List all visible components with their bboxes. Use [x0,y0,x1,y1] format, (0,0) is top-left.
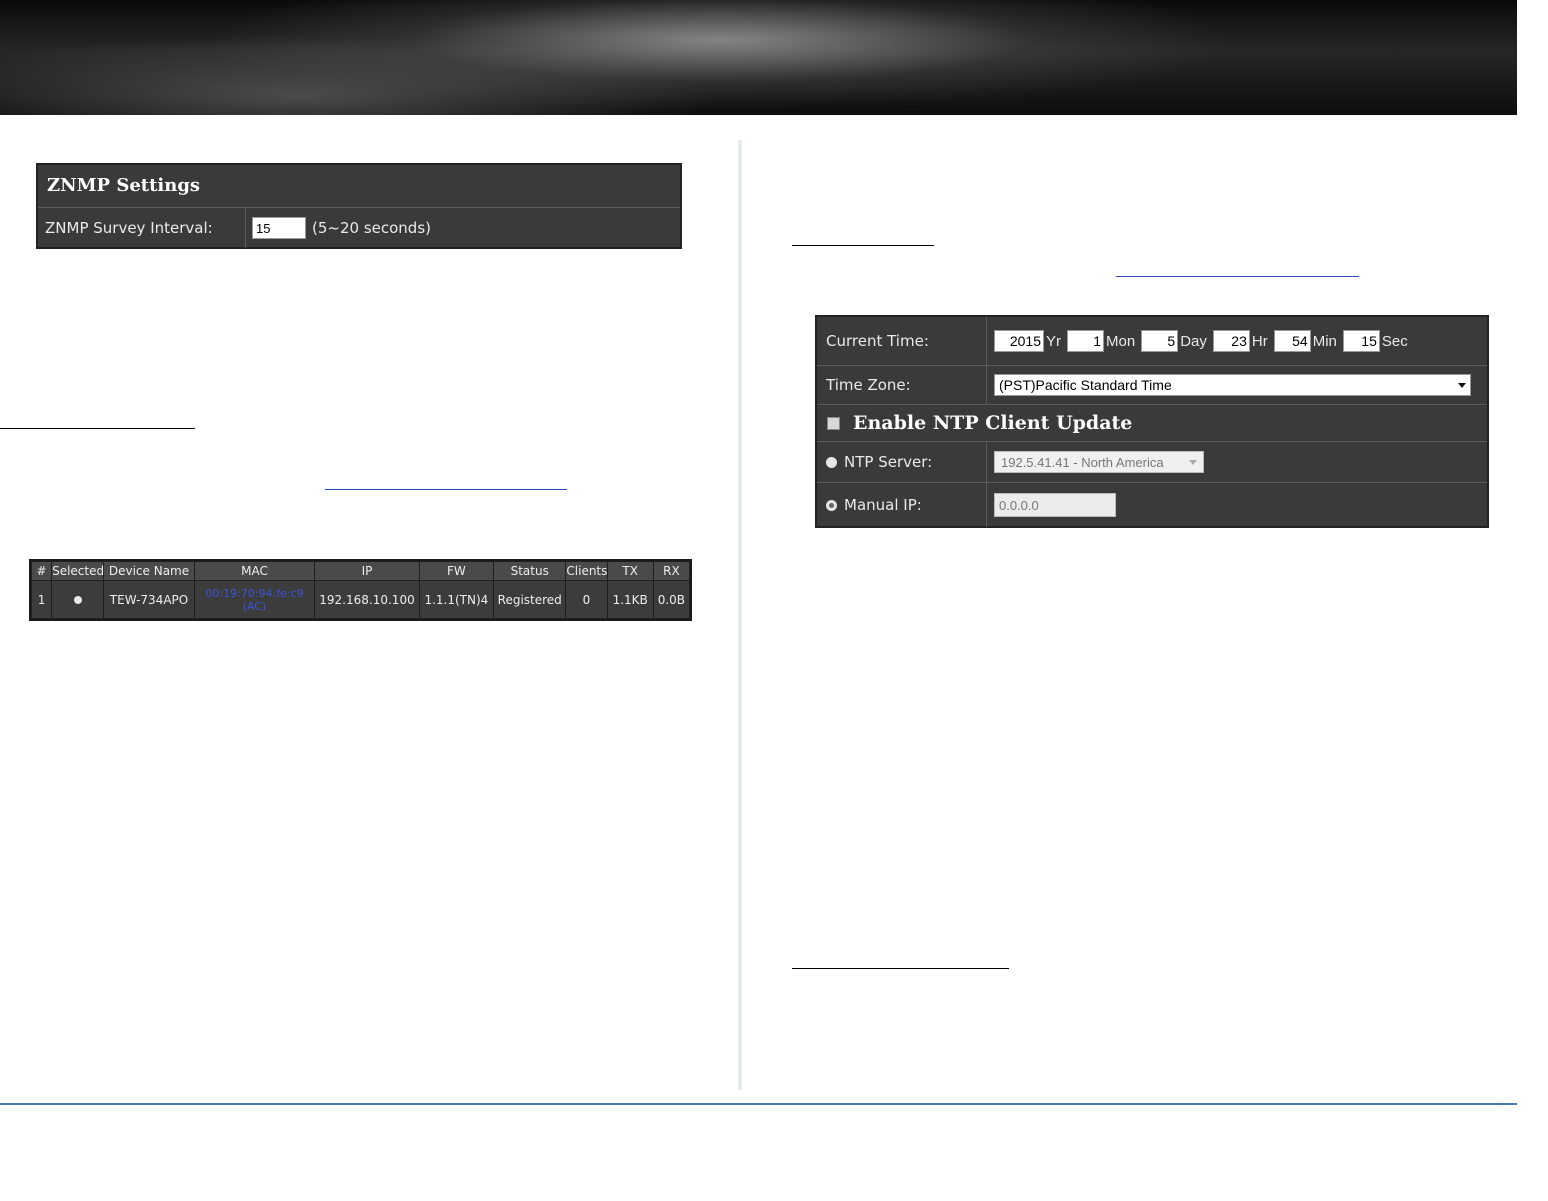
col-header-tx: TX [606,561,654,581]
device-table: # Selected Device Name MAC IP FW Status … [29,559,692,621]
hour-unit: Hr [1251,332,1268,350]
page-column-divider [738,140,742,1090]
znmp-interval-row: ZNMP Survey Interval: (5~20 seconds) [38,208,680,248]
header-banner [0,0,1517,115]
manual-ip-value [987,483,1116,527]
manual-ip-radio[interactable] [826,499,837,511]
col-header-selected: Selected [51,561,105,581]
row-tx: 1.1KB [606,580,654,619]
col-header-device-name: Device Name [103,561,195,581]
ntp-server-select[interactable]: 192.5.41.41 - North America [994,451,1204,473]
current-time-fields: 2015 Yr 1 Mon 5 Day 23 Hr 54 Min 15 Sec [987,317,1414,365]
year-unit: Yr [1046,332,1061,350]
time-zone-selected: (PST)Pacific Standard Time [999,377,1172,393]
manual-ip-label-cell: Manual IP: [817,483,987,527]
table-row[interactable]: 1 TEW-734APO 00:19:70:94:fe:c9 (AC) 192.… [30,580,691,619]
ntp-server-value: 192.5.41.41 - North America [987,442,1204,482]
row-num: 1 [30,580,53,619]
second-input[interactable]: 15 [1342,330,1380,352]
row-mac-address[interactable]: 00:19:70:94:fe:c9 [197,587,313,600]
col-header-num: # [30,561,53,581]
minute-input[interactable]: 54 [1273,330,1311,352]
section-heading-underline [0,428,195,429]
col-header-mac: MAC [193,561,316,581]
row-mac-note: (AC) [242,599,267,613]
hour-input[interactable]: 23 [1212,330,1250,352]
device-table-header: # Selected Device Name MAC IP FW Status … [30,561,691,581]
day-input[interactable]: 5 [1141,330,1179,352]
znmp-interval-value: (5~20 seconds) [246,208,431,248]
manual-ip-input[interactable] [994,493,1116,517]
ntp-server-selected: 192.5.41.41 - North America [1001,454,1164,470]
year-input[interactable]: 2015 [994,330,1044,352]
current-time-label: Current Time: [817,317,987,365]
minute-unit: Min [1312,332,1337,350]
row-ip: 192.168.10.100 [314,580,420,619]
time-zone-select[interactable]: (PST)Pacific Standard Time [994,374,1471,396]
znmp-interval-label: ZNMP Survey Interval: [38,208,246,248]
ntp-enable-checkbox[interactable] [827,416,840,430]
ntp-server-row: NTP Server: 192.5.41.41 - North America [817,442,1487,483]
time-zone-row: Time Zone: (PST)Pacific Standard Time [817,366,1487,405]
row-rx: 0.0B [652,580,691,619]
col-header-rx: RX [652,561,691,581]
month-input[interactable]: 1 [1067,330,1104,352]
section-heading-underline [792,968,1009,969]
ntp-server-label: NTP Server: [844,453,933,471]
chevron-down-icon [1189,459,1197,465]
footer-rule [0,1103,1517,1105]
hyperlink-underline[interactable] [1116,276,1359,277]
row-fw: 1.1.1(TN)4 [418,580,495,619]
month-unit: Mon [1106,332,1136,350]
row-clients: 0 [565,580,608,619]
time-settings-panel: Current Time: 2015 Yr 1 Mon 5 Day 23 Hr … [815,315,1489,528]
ntp-enable-label: Enable NTP Client Update [853,412,1133,434]
row-status: Registered [493,580,567,619]
row-mac[interactable]: 00:19:70:94:fe:c9 (AC) [193,580,316,619]
col-header-ip: IP [314,561,420,581]
time-zone-value: (PST)Pacific Standard Time [987,366,1471,404]
znmp-settings-panel: ZNMP Settings ZNMP Survey Interval: (5~2… [36,163,682,249]
row-device-name: TEW-734APO [103,580,195,619]
hyperlink-underline[interactable] [325,489,567,490]
manual-ip-label: Manual IP: [844,496,922,514]
time-zone-label: Time Zone: [817,366,987,404]
ntp-enable-row: Enable NTP Client Update [817,405,1487,442]
chevron-down-icon [1458,382,1466,388]
col-header-status: Status [493,561,567,581]
second-unit: Sec [1381,332,1408,350]
znmp-settings-title: ZNMP Settings [38,165,680,208]
day-unit: Day [1180,332,1207,350]
col-header-clients: Clients [565,561,608,581]
row-selected-radio[interactable] [51,580,105,619]
ntp-server-label-cell: NTP Server: [817,442,987,482]
znmp-interval-input[interactable] [252,217,306,239]
radio-dot-icon [73,595,82,604]
znmp-interval-hint: (5~20 seconds) [312,219,431,237]
manual-ip-row: Manual IP: [817,483,1487,527]
current-time-row: Current Time: 2015 Yr 1 Mon 5 Day 23 Hr … [817,317,1487,366]
col-header-fw: FW [418,561,495,581]
section-heading-underline [792,245,934,246]
ntp-server-radio[interactable] [826,456,837,468]
